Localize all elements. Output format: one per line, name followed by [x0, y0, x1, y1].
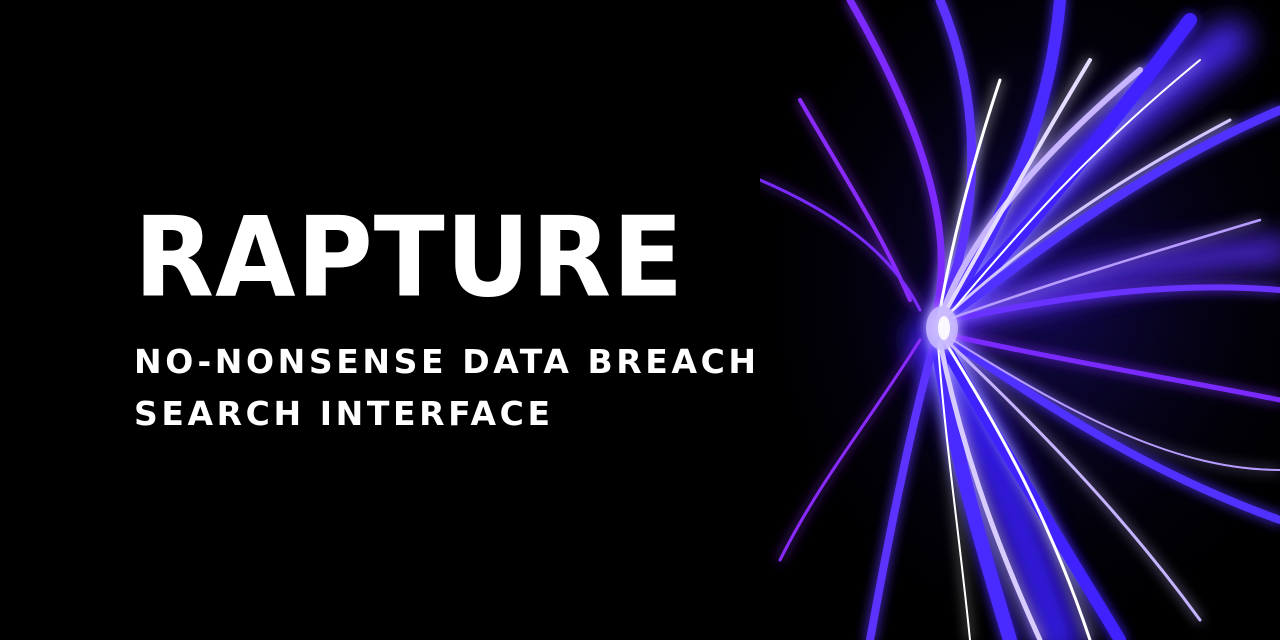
light-painting-icon	[760, 0, 1280, 640]
app-title: RAPTURE	[134, 192, 685, 322]
tagline: NO-NONSENSE DATA BREACH SEARCH INTERFACE	[134, 336, 760, 440]
tagline-line-1: NO-NONSENSE DATA BREACH	[134, 342, 760, 381]
tagline-line-2: SEARCH INTERFACE	[134, 394, 554, 433]
hero-banner: RAPTURE NO-NONSENSE DATA BREACH SEARCH I…	[0, 0, 1280, 640]
